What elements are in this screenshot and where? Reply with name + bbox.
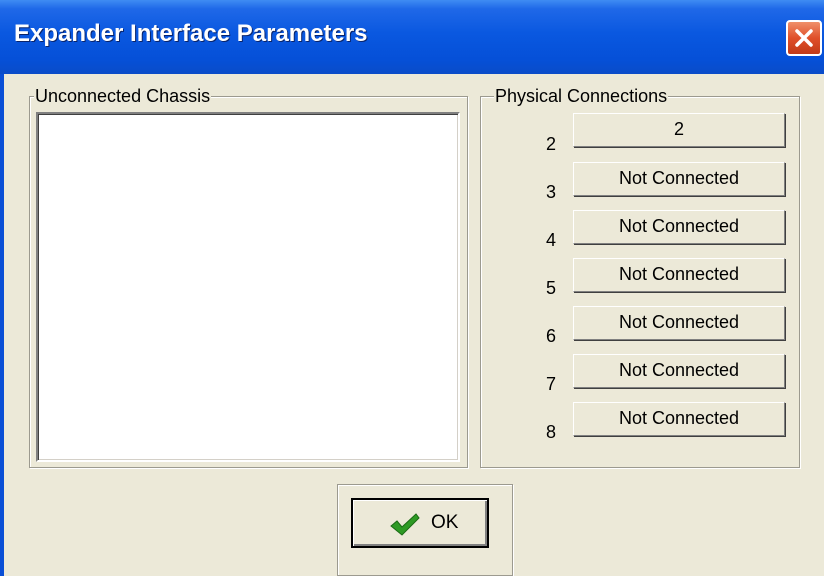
connection-button-6[interactable]: Not Connected [573,306,785,340]
ok-button[interactable]: OK [351,498,489,548]
connection-number: 6 [545,326,556,346]
connection-number: 7 [545,374,556,394]
connection-button-7[interactable]: Not Connected [573,354,785,388]
connection-button-2[interactable]: 2 [573,113,785,147]
checkmark-icon [390,513,420,536]
connection-button-8[interactable]: Not Connected [573,402,785,436]
physical-connections-label: Physical Connections [494,86,669,106]
connection-number: 2 [545,134,556,154]
close-button[interactable] [786,20,822,56]
window-title: Expander Interface Parameters [14,20,368,47]
close-icon [795,29,813,47]
connection-button-4[interactable]: Not Connected [573,210,785,244]
unconnected-chassis-list[interactable] [36,112,460,462]
connection-number: 8 [545,422,556,442]
connection-button-5[interactable]: Not Connected [573,258,785,292]
ok-button-label: OK [431,512,459,533]
title-bar[interactable]: Expander Interface Parameters [0,0,824,74]
connection-button-3[interactable]: Not Connected [573,162,785,196]
unconnected-chassis-label: Unconnected Chassis [34,86,212,106]
connection-number: 5 [545,278,556,298]
connection-number: 4 [545,230,556,250]
connection-number: 3 [545,182,556,202]
